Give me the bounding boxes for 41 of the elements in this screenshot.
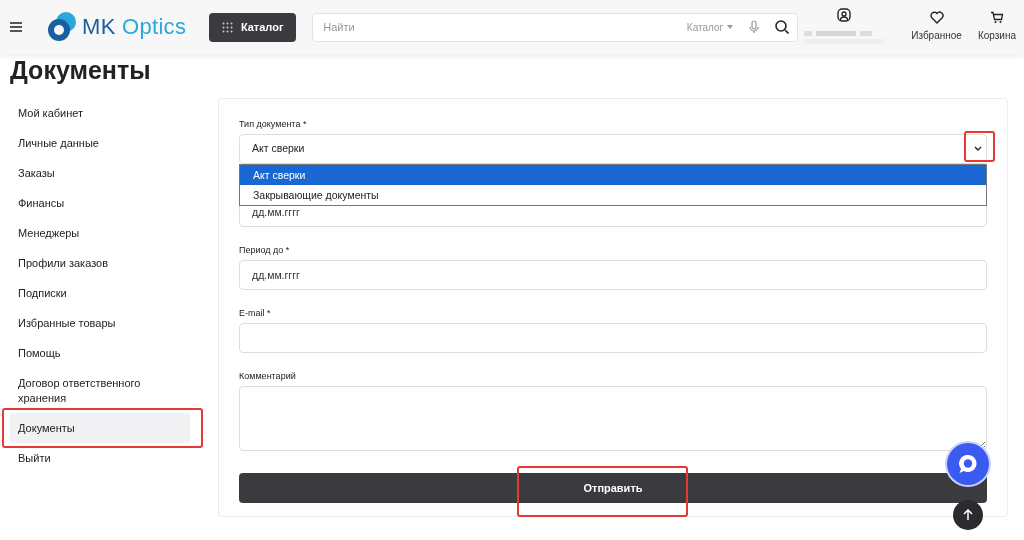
cart-icon[interactable] xyxy=(989,11,1004,24)
arrow-up-icon xyxy=(963,509,973,521)
account-icon[interactable] xyxy=(837,8,852,22)
sidebar-item[interactable]: Помощь xyxy=(10,338,190,368)
logo[interactable]: MK Optics xyxy=(46,11,187,43)
logo-icon xyxy=(46,11,78,43)
search-icon[interactable] xyxy=(775,20,790,34)
catalog-button[interactable]: Каталог xyxy=(209,12,297,42)
comment-field[interactable] xyxy=(239,386,987,451)
date-field[interactable]: дд.мм.гггг xyxy=(239,260,987,290)
field-label: E-mail * xyxy=(239,307,272,319)
sidebar-item[interactable]: Документы xyxy=(10,413,190,443)
sidebar-item[interactable]: Профили заказов xyxy=(10,248,190,278)
grid-icon xyxy=(221,21,233,33)
sidebar-item[interactable]: Подписки xyxy=(10,278,190,308)
submit-button[interactable]: Отправить xyxy=(239,473,987,503)
page-title: Документы xyxy=(10,56,152,84)
sidebar-item[interactable]: Договор ответственного хранения xyxy=(10,368,190,413)
field-label: Период до * xyxy=(239,244,291,256)
field-label: Тип документа * xyxy=(239,118,308,130)
sidebar-item[interactable]: Мой кабинет xyxy=(10,98,190,128)
email-field[interactable] xyxy=(239,323,987,353)
chat-button[interactable] xyxy=(947,443,989,485)
sidebar-item[interactable]: Личные данные xyxy=(10,128,190,158)
sidebar-item[interactable]: Заказы xyxy=(10,158,190,188)
chevron-down-icon[interactable] xyxy=(974,146,982,152)
sidebar-item[interactable]: Менеджеры xyxy=(10,218,190,248)
logo-text: MK Optics xyxy=(82,16,187,38)
sidebar-item[interactable]: Выйти xyxy=(10,443,190,473)
sidebar-item[interactable]: Избранные товары xyxy=(10,308,190,338)
scroll-top-button[interactable] xyxy=(953,500,983,530)
chat-icon xyxy=(957,453,979,475)
favorites-label[interactable]: Избранное xyxy=(911,28,962,43)
select-field[interactable]: Акт сверки xyxy=(239,134,987,164)
cart-label[interactable]: Корзина xyxy=(977,28,1016,43)
dropdown-option[interactable]: Акт сверки xyxy=(240,165,986,185)
heart-icon[interactable] xyxy=(929,11,944,24)
sidebar-item[interactable]: Финансы xyxy=(10,188,190,218)
caret-icon[interactable] xyxy=(727,25,734,29)
menu-icon[interactable] xyxy=(10,22,22,32)
field-label: Комментарий xyxy=(239,370,297,382)
